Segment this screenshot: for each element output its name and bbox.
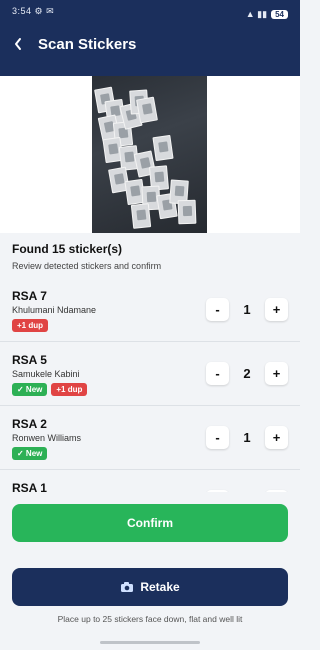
decrement-button[interactable]: -: [206, 298, 229, 321]
quantity-stepper: - 1 +: [206, 298, 288, 321]
sticker-row: RSA 5 Samukele Kabini ✓ New +1 dup - 2 +: [0, 342, 300, 406]
player-name: Ronwen Williams: [12, 433, 82, 443]
new-badge: ✓ New: [12, 447, 48, 460]
home-indicator: [100, 641, 200, 644]
review-subtitle: Review detected stickers and confirm: [12, 261, 162, 271]
status-bar: 3:54 ⚙ ✉ ▲ ▮▮ 54: [0, 0, 300, 22]
sticker-code: RSA 2: [12, 417, 47, 431]
page-title: Scan Stickers: [38, 35, 137, 53]
back-button[interactable]: [10, 32, 26, 56]
quantity-stepper: - 1 +: [206, 426, 288, 449]
decrement-button[interactable]: -: [206, 490, 229, 492]
camera-icon: [121, 582, 134, 592]
sticker-image: [130, 203, 152, 229]
quantity-value: 1: [243, 430, 251, 445]
badges: ✓ New: [12, 447, 48, 460]
retake-label: Retake: [140, 580, 180, 594]
status-time: 3:54 ⚙ ✉: [12, 6, 55, 16]
scanned-photo: [92, 76, 207, 233]
found-count: Found 15 sticker(s): [12, 242, 123, 256]
decrement-button[interactable]: -: [206, 362, 229, 385]
quantity-value: 1: [243, 302, 251, 317]
retake-button[interactable]: Retake: [12, 568, 288, 606]
duplicate-badge: +1 dup: [12, 319, 49, 332]
new-badge: ✓ New: [12, 383, 48, 396]
hint-text: Place up to 25 stickers face down, flat …: [57, 614, 243, 624]
app-header: 3:54 ⚙ ✉ ▲ ▮▮ 54 Scan Stickers: [0, 0, 300, 76]
sticker-row: RSA 1 - 1 +: [0, 470, 300, 492]
sticker-image: [152, 134, 174, 162]
battery-icon: 54: [271, 9, 288, 19]
badges: ✓ New +1 dup: [12, 383, 88, 396]
chevron-left-icon: [15, 38, 21, 50]
quantity-value: 2: [243, 366, 251, 381]
quantity-stepper: - 1 +: [206, 490, 288, 492]
sticker-image: [136, 96, 158, 124]
decrement-button[interactable]: -: [206, 426, 229, 449]
scan-photo-area: [0, 76, 300, 233]
sticker-code: RSA 1: [12, 481, 47, 492]
sticker-image: [177, 199, 197, 225]
sticker-row: RSA 2 Ronwen Williams ✓ New - 1 +: [0, 406, 300, 470]
sticker-list[interactable]: RSA 7 Khulumani Ndamane +1 dup - 1 + RSA…: [0, 278, 300, 492]
status-indicators: ▲ ▮▮ 54: [246, 6, 288, 22]
bottom-panel: Retake Place up to 25 stickers face down…: [0, 555, 300, 650]
duplicate-badge: +1 dup: [51, 383, 88, 396]
increment-button[interactable]: +: [265, 298, 288, 321]
player-name: Khulumani Ndamane: [12, 305, 97, 315]
increment-button[interactable]: +: [265, 362, 288, 385]
sticker-row: RSA 7 Khulumani Ndamane +1 dup - 1 +: [0, 278, 300, 342]
player-name: Samukele Kabini: [12, 369, 80, 379]
sticker-code: RSA 7: [12, 289, 47, 303]
confirm-button[interactable]: Confirm: [12, 504, 288, 542]
quantity-stepper: - 2 +: [206, 362, 288, 385]
increment-button[interactable]: +: [265, 490, 288, 492]
sticker-code: RSA 5: [12, 353, 47, 367]
increment-button[interactable]: +: [265, 426, 288, 449]
badges: +1 dup: [12, 319, 49, 332]
